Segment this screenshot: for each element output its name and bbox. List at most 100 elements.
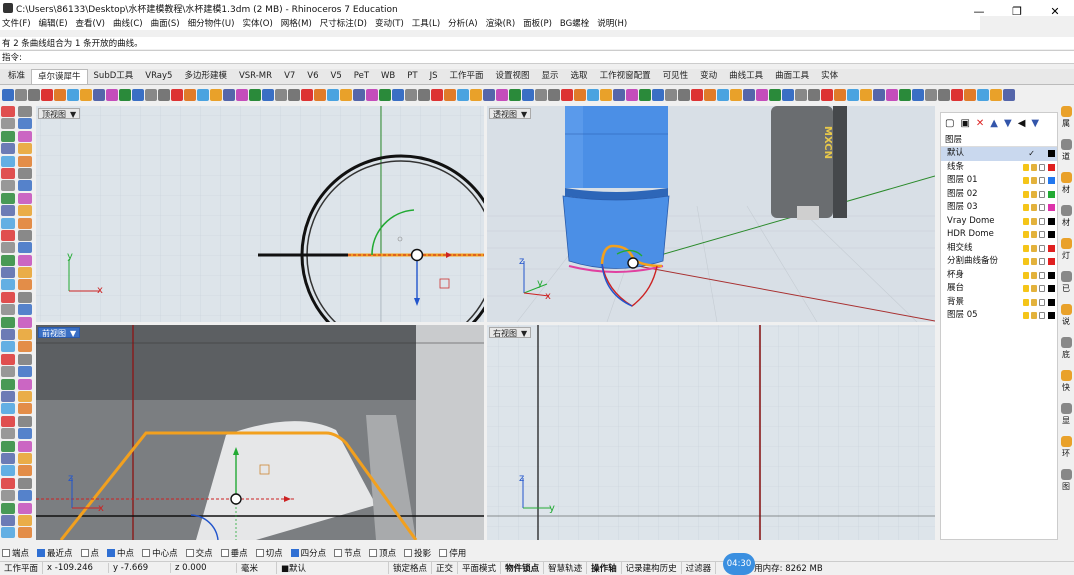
tab-1[interactable]: 卓尔谟犀牛: [31, 69, 88, 84]
tool-icon[interactable]: [1, 180, 15, 192]
menu-item-9[interactable]: 变动(T): [375, 17, 404, 29]
osnap-8[interactable]: 四分点: [290, 547, 326, 559]
lock-icon[interactable]: [1031, 258, 1037, 266]
tool-icon[interactable]: [18, 527, 32, 539]
tool-icon[interactable]: [18, 316, 32, 328]
layer-row[interactable]: Vray Dome: [941, 215, 1057, 229]
tool-icon[interactable]: [1, 514, 15, 526]
tab-4[interactable]: 多边形建模: [178, 69, 233, 84]
tab-15[interactable]: 显示: [536, 69, 565, 84]
layer-row[interactable]: 图层 01: [941, 174, 1057, 188]
move-up-icon[interactable]: ▲: [990, 118, 998, 129]
tool-icon[interactable]: [18, 118, 32, 130]
osnap-checkbox[interactable]: [369, 549, 378, 557]
lock-icon[interactable]: [1031, 204, 1037, 212]
toolbar-tool-icon[interactable]: [548, 88, 560, 101]
toolbar-tool-icon[interactable]: [483, 88, 495, 101]
tool-icon[interactable]: [1, 143, 15, 155]
toolbar-tool-icon[interactable]: [249, 88, 261, 101]
tool-icon[interactable]: [1, 316, 15, 328]
toolbar-tool-icon[interactable]: [353, 88, 365, 101]
toolbar-tool-icon[interactable]: [379, 88, 391, 101]
toolbar-tool-icon[interactable]: [93, 88, 105, 101]
toolbar-tool-icon[interactable]: [275, 88, 287, 101]
tab-14[interactable]: 设置视图: [490, 69, 536, 84]
toolbar-tool-icon[interactable]: [990, 88, 1002, 101]
toolbar-tool-icon[interactable]: [782, 88, 794, 101]
toolbar-tool-icon[interactable]: [756, 88, 768, 101]
light-bulb-icon[interactable]: [1023, 244, 1029, 252]
tool-icon[interactable]: [1, 440, 15, 452]
tool-icon[interactable]: [18, 242, 32, 254]
viewport-front[interactable]: z x 前视图 ▼: [36, 325, 484, 540]
filter-icon[interactable]: ▼: [1031, 118, 1039, 129]
toolbar-tool-icon[interactable]: [587, 88, 599, 101]
panel-tab-9[interactable]: 显: [1060, 403, 1072, 436]
osnap-checkbox[interactable]: [107, 549, 116, 557]
tool-icon[interactable]: [18, 477, 32, 489]
osnap-7[interactable]: 切点: [255, 547, 283, 559]
tab-8[interactable]: V5: [325, 69, 348, 84]
print-icon[interactable]: [1039, 231, 1045, 239]
toolbar-tool-icon[interactable]: [886, 88, 898, 101]
tool-icon[interactable]: [1, 106, 15, 117]
delete-layer-icon[interactable]: ✕: [976, 118, 984, 129]
toolbar-tool-icon[interactable]: [496, 88, 508, 101]
toolbar-tool-icon[interactable]: [15, 88, 27, 101]
panel-tab-4[interactable]: 灯: [1060, 238, 1072, 271]
layer-color-swatch[interactable]: [1048, 285, 1055, 292]
tab-21[interactable]: 曲面工具: [769, 69, 815, 84]
layer-color-swatch[interactable]: [1048, 231, 1055, 238]
light-bulb-icon[interactable]: [1023, 285, 1029, 293]
light-bulb-icon[interactable]: [1023, 204, 1029, 212]
toolbar-tool-icon[interactable]: [210, 88, 222, 101]
status-toggle-2[interactable]: 平面模式: [458, 562, 502, 574]
light-bulb-icon[interactable]: [1023, 298, 1029, 306]
lock-icon[interactable]: [1031, 244, 1037, 252]
toolbar-tool-icon[interactable]: [743, 88, 755, 101]
tab-17[interactable]: 工作视窗配置: [594, 69, 657, 84]
tool-icon[interactable]: [18, 415, 32, 427]
toolbar-tool-icon[interactable]: [964, 88, 976, 101]
print-icon[interactable]: [1039, 285, 1045, 293]
osnap-4[interactable]: 中心点: [142, 547, 178, 559]
viewport-top[interactable]: y x 顶视图 ▼: [36, 106, 484, 322]
tool-icon[interactable]: [18, 205, 32, 217]
toolbar-tool-icon[interactable]: [717, 88, 729, 101]
osnap-checkbox[interactable]: [439, 549, 448, 557]
layer-row[interactable]: 背景: [941, 296, 1057, 310]
toolbar-tool-icon[interactable]: [119, 88, 131, 101]
tool-icon[interactable]: [18, 217, 32, 229]
tool-icon[interactable]: [18, 341, 32, 353]
layer-color-swatch[interactable]: [1048, 177, 1055, 184]
toolbar-tool-icon[interactable]: [834, 88, 846, 101]
osnap-checkbox[interactable]: [334, 549, 343, 557]
toolbar-tool-icon[interactable]: [171, 88, 183, 101]
tool-icon[interactable]: [1, 242, 15, 254]
osnap-1[interactable]: 最近点: [37, 547, 73, 559]
menu-item-2[interactable]: 查看(V): [76, 17, 105, 29]
tool-icon[interactable]: [18, 403, 32, 415]
move-down-icon[interactable]: ▼: [1004, 118, 1012, 129]
toolbar-tool-icon[interactable]: [665, 88, 677, 101]
viewport-top-canvas[interactable]: y x: [36, 106, 484, 322]
lock-icon[interactable]: [1031, 285, 1037, 293]
tool-icon[interactable]: [1, 167, 15, 179]
toolbar-tool-icon[interactable]: [67, 88, 79, 101]
collapse-icon[interactable]: ◀: [1018, 118, 1026, 129]
tool-icon[interactable]: [1, 205, 15, 217]
status-toggle-3[interactable]: 物件锁点: [501, 562, 545, 574]
menu-item-7[interactable]: 网格(M): [281, 17, 312, 29]
layer-row[interactable]: 线条: [941, 161, 1057, 175]
menu-item-15[interactable]: 说明(H): [597, 17, 627, 29]
toolbar-tool-icon[interactable]: [691, 88, 703, 101]
tool-icon[interactable]: [1, 490, 15, 502]
new-layer-icon[interactable]: ▢: [945, 118, 954, 129]
tool-icon[interactable]: [18, 279, 32, 291]
tool-icon[interactable]: [18, 254, 32, 266]
panel-tab-5[interactable]: 已: [1060, 271, 1072, 304]
toolbar-tool-icon[interactable]: [340, 88, 352, 101]
gumball-center[interactable]: [410, 248, 424, 262]
menu-item-0[interactable]: 文件(F): [2, 17, 31, 29]
toolbar-tool-icon[interactable]: [873, 88, 885, 101]
